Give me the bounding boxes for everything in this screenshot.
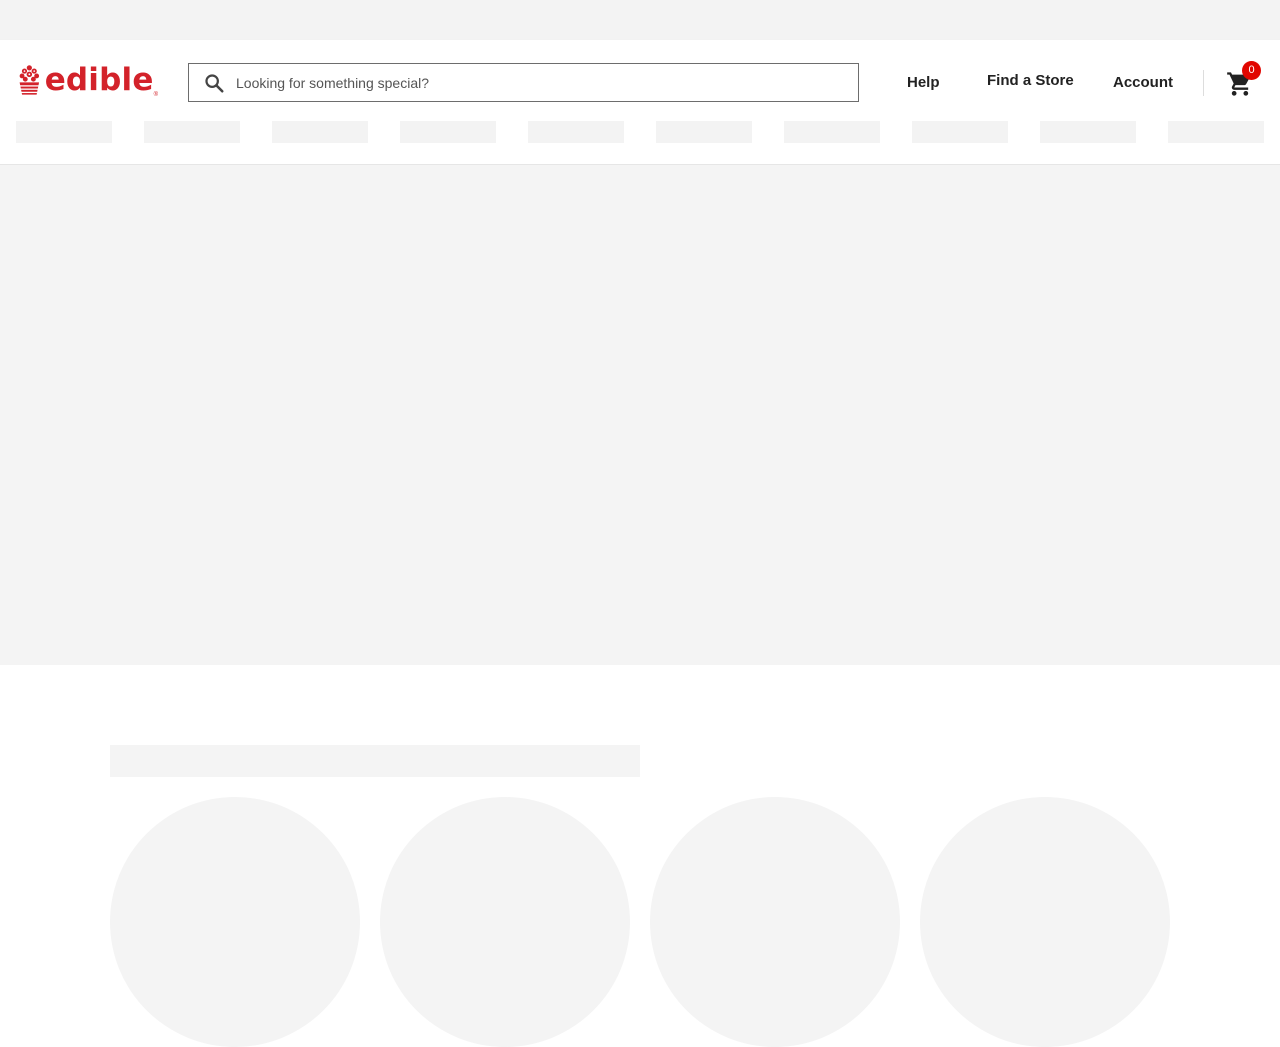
site-header: edible ® Help Find a Store Account 0 <box>0 40 1280 165</box>
menu-item-placeholder <box>144 121 240 143</box>
category-circle-placeholder <box>650 797 900 1047</box>
registered-mark: ® <box>153 92 158 98</box>
category-circle-placeholder <box>380 797 630 1047</box>
search-input[interactable] <box>236 74 836 91</box>
search-bar <box>188 63 859 102</box>
section-heading-placeholder <box>110 745 640 777</box>
menu-item-placeholder <box>528 121 624 143</box>
top-banner-strip <box>0 0 1280 40</box>
menu-item-placeholder <box>1040 121 1136 143</box>
brand-wordmark: edible <box>44 61 154 98</box>
search-icon[interactable] <box>203 72 225 94</box>
menu-item-placeholder <box>272 121 368 143</box>
help-link[interactable]: Help <box>907 74 940 91</box>
hero-banner-placeholder <box>0 165 1280 665</box>
find-a-store-link[interactable]: Find a Store <box>987 72 1074 89</box>
menu-item-placeholder <box>784 121 880 143</box>
cart-count-badge: 0 <box>1242 61 1261 80</box>
menu-item-placeholder <box>656 121 752 143</box>
menu-item-placeholder <box>400 121 496 143</box>
category-circle-placeholder <box>920 797 1170 1047</box>
menu-item-placeholder <box>912 121 1008 143</box>
fruit-bouquet-logo-icon <box>19 65 40 95</box>
menu-item-placeholder <box>1168 121 1264 143</box>
category-circle-placeholder <box>110 797 360 1047</box>
header-divider <box>1203 70 1204 96</box>
edible-logo[interactable]: edible ® <box>18 58 158 102</box>
account-link[interactable]: Account <box>1113 74 1173 91</box>
menu-item-placeholder <box>16 121 112 143</box>
